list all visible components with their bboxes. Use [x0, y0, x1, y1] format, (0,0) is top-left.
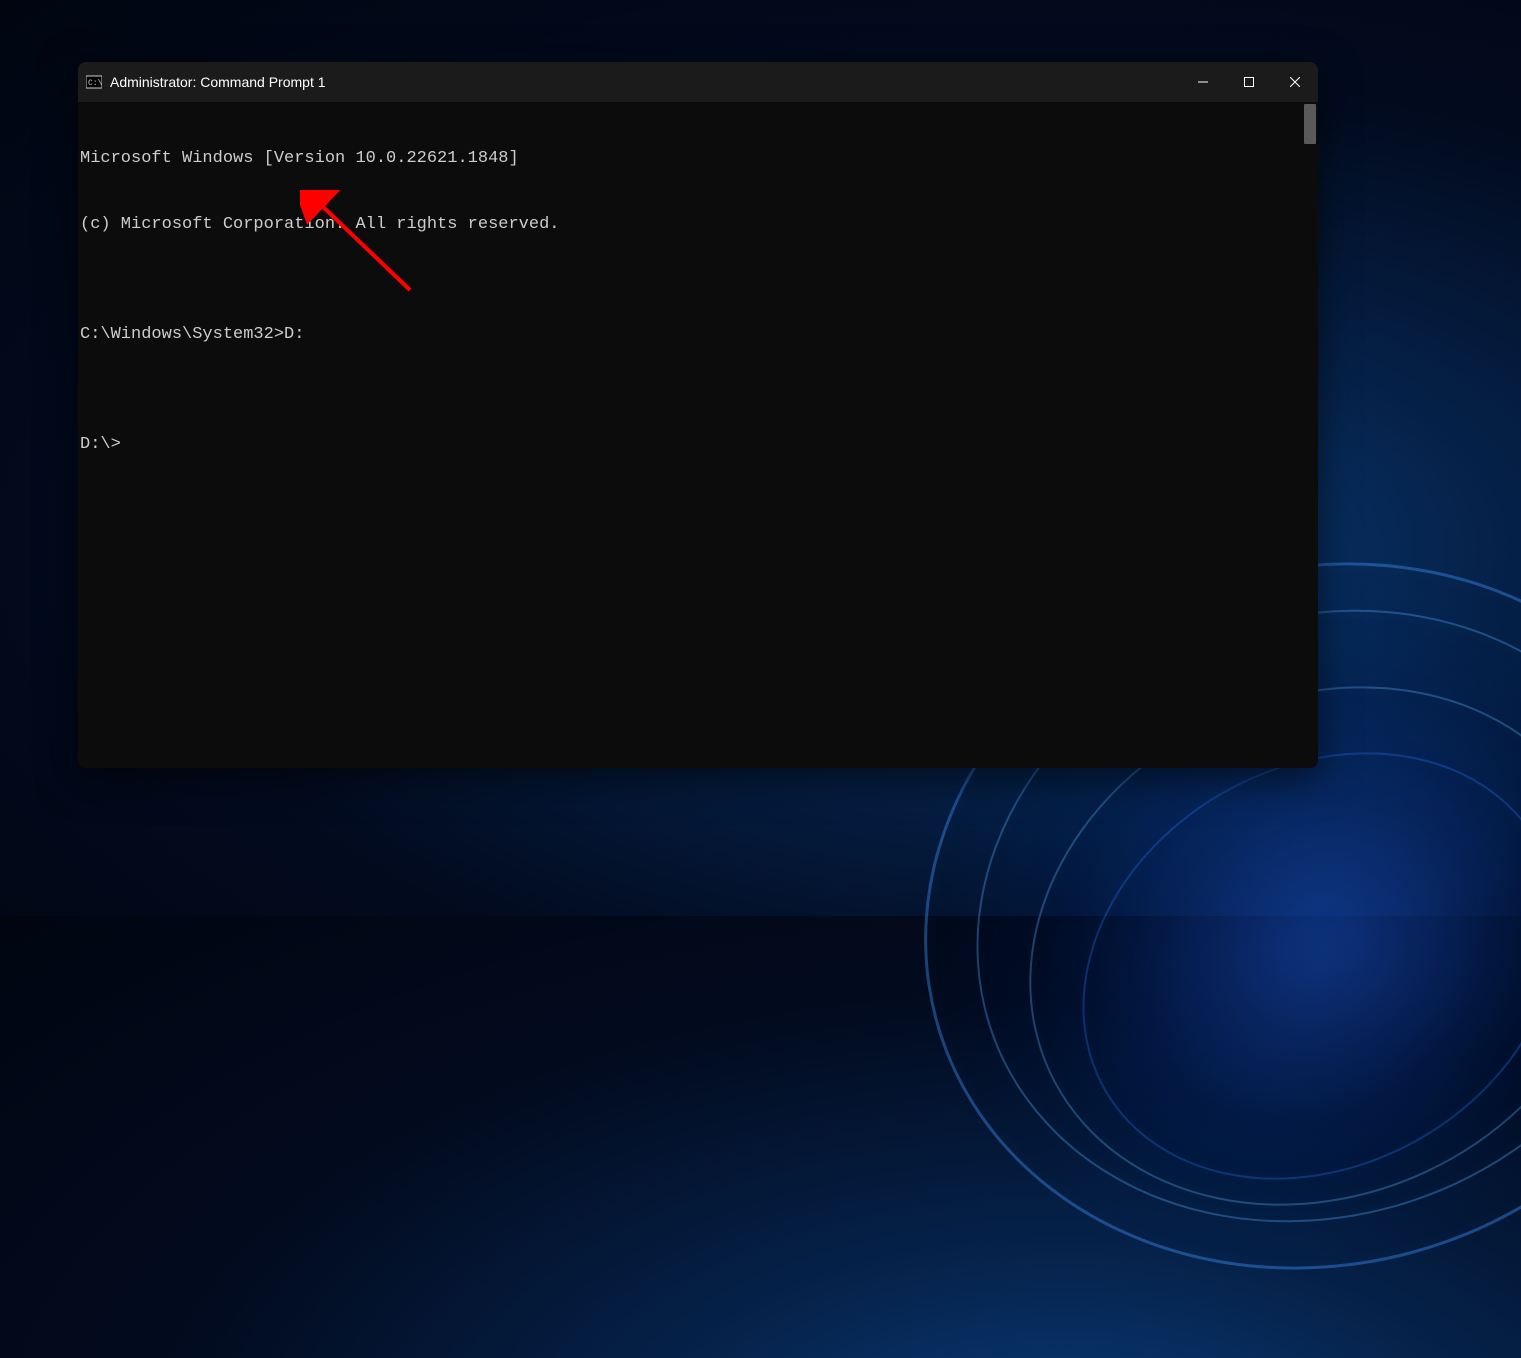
window-titlebar[interactable]: C:\ Administrator: Command Prompt 1	[78, 62, 1318, 102]
terminal-line: C:\Windows\System32>D:	[80, 324, 1318, 346]
window-title: Administrator: Command Prompt 1	[110, 74, 1180, 90]
maximize-button[interactable]	[1226, 62, 1272, 102]
terminal-line: Microsoft Windows [Version 10.0.22621.18…	[80, 148, 1318, 170]
window-controls	[1180, 62, 1318, 102]
svg-text:C:\: C:\	[88, 79, 102, 88]
terminal-line: (c) Microsoft Corporation. All rights re…	[80, 214, 1318, 236]
close-button[interactable]	[1272, 62, 1318, 102]
command-prompt-window: C:\ Administrator: Command Prompt 1	[78, 62, 1318, 768]
vertical-scrollbar[interactable]	[1304, 104, 1316, 144]
terminal-prompt: D:\>	[80, 434, 1318, 456]
terminal-output: Microsoft Windows [Version 10.0.22621.18…	[80, 104, 1318, 500]
terminal-body[interactable]: Microsoft Windows [Version 10.0.22621.18…	[78, 102, 1318, 768]
command-prompt-icon: C:\	[86, 74, 102, 90]
minimize-button[interactable]	[1180, 62, 1226, 102]
